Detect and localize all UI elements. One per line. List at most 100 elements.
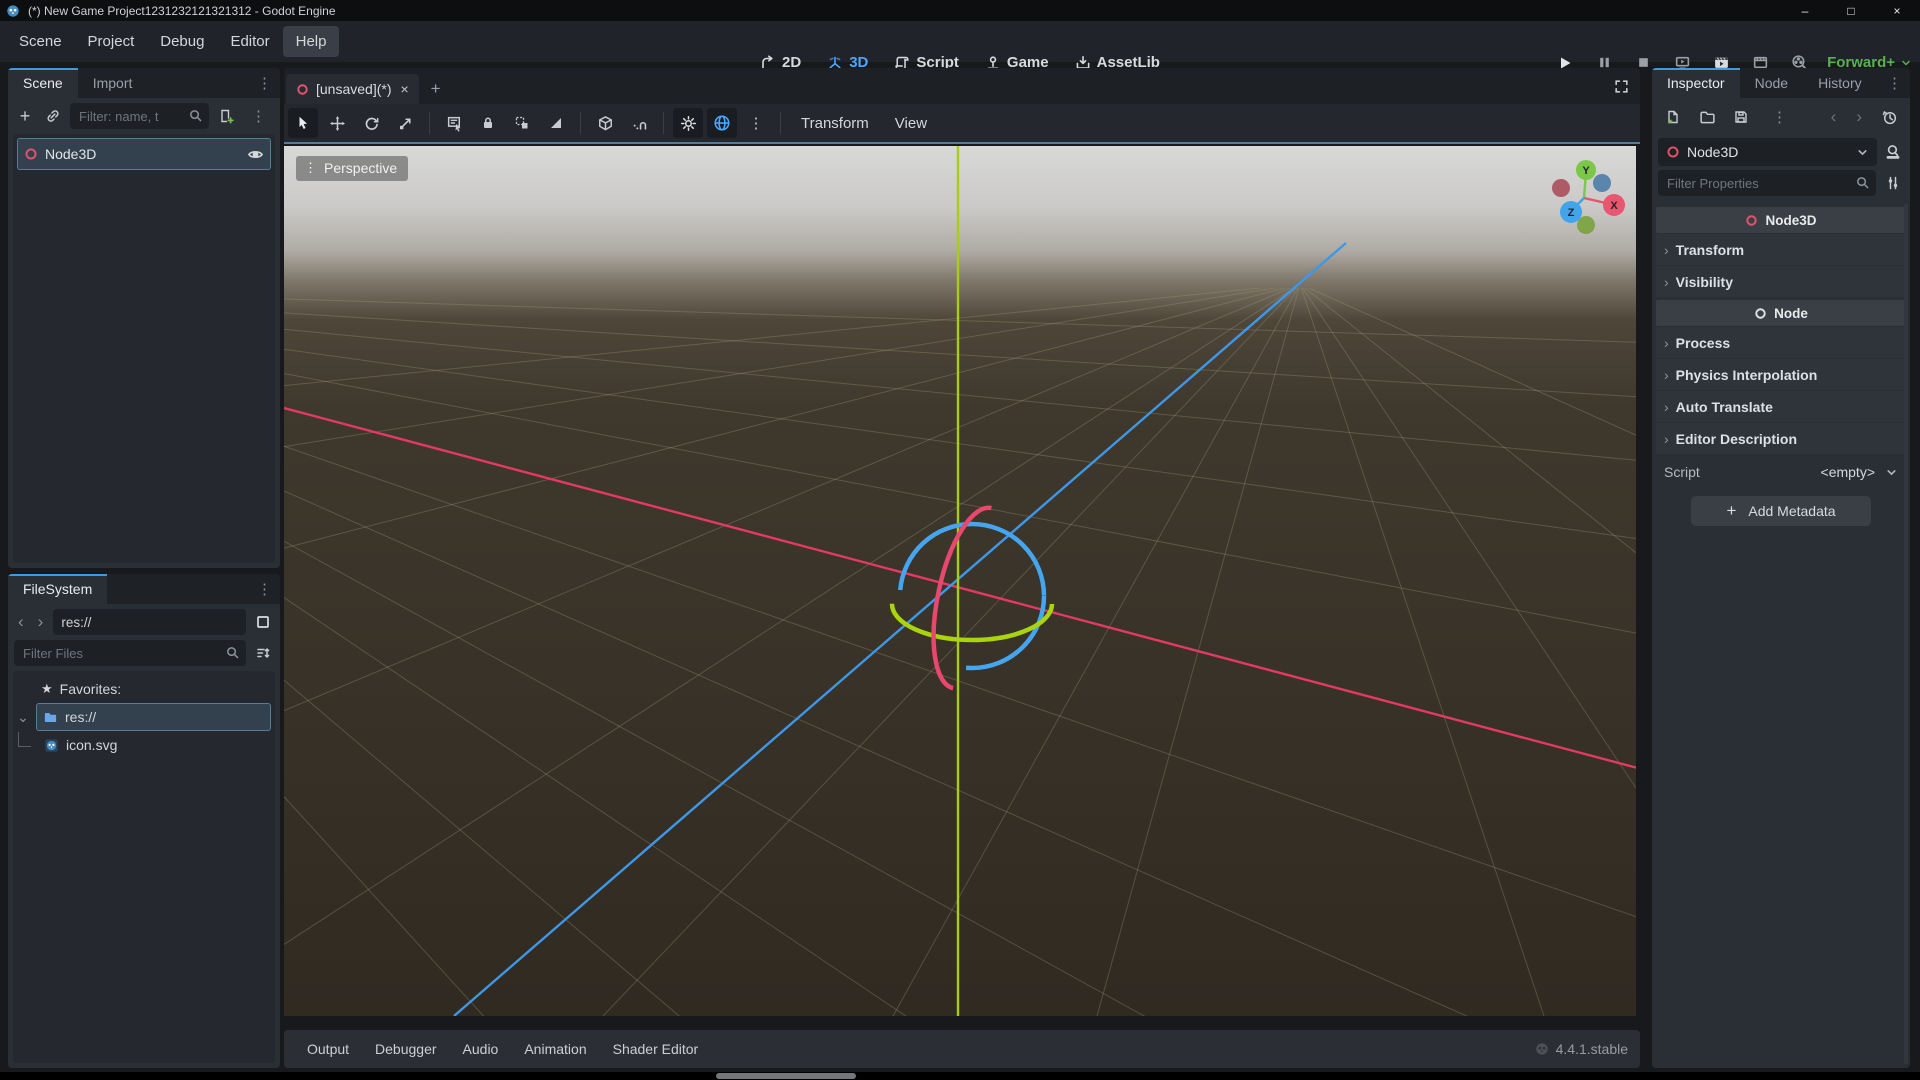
tab-node[interactable]: Node bbox=[1740, 68, 1803, 98]
add-node-button[interactable]: + bbox=[14, 103, 36, 129]
list-select-button[interactable] bbox=[439, 108, 469, 138]
folder-res-item[interactable]: res:// bbox=[36, 703, 271, 731]
add-metadata-button[interactable]: + Add Metadata bbox=[1691, 496, 1871, 526]
chevron-right-icon: › bbox=[1664, 242, 1669, 258]
group-editor-description[interactable]: › Editor Description bbox=[1656, 423, 1906, 454]
transform-menu[interactable]: Transform bbox=[790, 109, 880, 138]
lock-selected-button[interactable] bbox=[473, 108, 503, 138]
panel-audio[interactable]: Audio bbox=[452, 1035, 510, 1063]
maximize-button[interactable]: □ bbox=[1828, 0, 1874, 21]
preview-options-button[interactable]: ⋮ bbox=[741, 108, 771, 138]
history-forward-button[interactable]: › bbox=[1852, 107, 1866, 127]
file-icon-svg-row[interactable]: icon.svg bbox=[13, 731, 275, 759]
nav-back-button[interactable]: ‹ bbox=[14, 612, 28, 632]
group-visibility[interactable]: › Visibility bbox=[1656, 266, 1906, 297]
history-clock-icon bbox=[1881, 109, 1898, 126]
scene-dock-menu-button[interactable]: ⋮ bbox=[249, 68, 280, 98]
node-selector[interactable]: Node3D bbox=[1658, 138, 1877, 166]
star-icon: ★ bbox=[41, 681, 53, 697]
taskbar-hint bbox=[716, 1073, 856, 1079]
panel-debugger[interactable]: Debugger bbox=[364, 1035, 448, 1063]
tab-filesystem[interactable]: FileSystem bbox=[8, 574, 107, 604]
doc-search-icon bbox=[1884, 143, 1902, 161]
perspective-button[interactable]: ⋮ Perspective bbox=[296, 156, 408, 181]
inspector-dock: Inspector Node History ⋮ ⋮ ‹ › bbox=[1652, 68, 1910, 1068]
menu-project[interactable]: Project bbox=[75, 26, 148, 57]
tree-node-node3d[interactable]: Node3D bbox=[17, 138, 271, 170]
select-mode-button[interactable] bbox=[288, 108, 318, 138]
inspector-scrollbar[interactable] bbox=[1904, 204, 1908, 1064]
close-button[interactable]: × bbox=[1874, 0, 1920, 21]
local-space-button[interactable] bbox=[624, 108, 654, 138]
toolbar-separator bbox=[663, 112, 664, 134]
nav-forward-button[interactable]: › bbox=[34, 612, 48, 632]
panel-output[interactable]: Output bbox=[296, 1035, 360, 1063]
instance-scene-button[interactable] bbox=[42, 103, 64, 129]
favorites-row[interactable]: ★ Favorites: bbox=[13, 675, 275, 703]
save-resource-button[interactable] bbox=[1730, 104, 1752, 130]
inspector-toolbar: ⋮ ‹ › bbox=[1652, 98, 1910, 136]
group-selected-button[interactable] bbox=[507, 108, 537, 138]
axis-ball-neg-x bbox=[1552, 179, 1570, 197]
script-property-row[interactable]: Script <empty> bbox=[1656, 454, 1906, 490]
menubar: Scene Project Debug Editor Help 2D 3D Sc… bbox=[0, 21, 1920, 62]
minimize-button[interactable]: – bbox=[1782, 0, 1828, 21]
preview-sun-button[interactable] bbox=[673, 108, 703, 138]
new-resource-button[interactable] bbox=[1662, 104, 1684, 130]
tab-import[interactable]: Import bbox=[78, 68, 148, 98]
inspector-filter bbox=[1658, 170, 1876, 196]
add-scene-tab-button[interactable]: + bbox=[419, 74, 453, 104]
panel-animation[interactable]: Animation bbox=[513, 1035, 597, 1063]
chevron-down-icon bbox=[1900, 57, 1912, 69]
path-field-wrap bbox=[53, 609, 246, 635]
inspector-filter-input[interactable] bbox=[1658, 170, 1876, 196]
viewport-3d[interactable]: Y X Z ⋮ Perspective bbox=[284, 146, 1636, 1016]
load-resource-button[interactable] bbox=[1696, 104, 1718, 130]
visibility-toggle-button[interactable] bbox=[247, 146, 264, 163]
menu-editor[interactable]: Editor bbox=[217, 26, 282, 57]
group-process[interactable]: › Process bbox=[1656, 327, 1906, 358]
open-docs-button[interactable] bbox=[1882, 139, 1904, 165]
close-scene-tab-button[interactable]: × bbox=[398, 81, 408, 97]
scene-tree-menu-button[interactable]: ⋮ bbox=[243, 107, 274, 125]
filesystem-dock-menu-button[interactable]: ⋮ bbox=[249, 574, 280, 604]
toggle-split-mode-button[interactable] bbox=[252, 609, 274, 635]
snap-toggle-button[interactable] bbox=[590, 108, 620, 138]
group-auto-translate[interactable]: › Auto Translate bbox=[1656, 391, 1906, 422]
tab-scene[interactable]: Scene bbox=[8, 68, 78, 98]
attach-script-button[interactable] bbox=[215, 103, 237, 129]
chevron-down-icon bbox=[1885, 466, 1898, 479]
folder-icon bbox=[43, 710, 58, 725]
rotate-icon bbox=[363, 115, 380, 132]
history-back-button[interactable]: ‹ bbox=[1827, 107, 1841, 127]
scene-dock: Scene Import ⋮ + ⋮ Node3D bbox=[8, 68, 280, 568]
menu-scene[interactable]: Scene bbox=[6, 26, 75, 57]
menu-help[interactable]: Help bbox=[283, 26, 340, 57]
property-tools-button[interactable] bbox=[1882, 170, 1904, 196]
ruler-mode-button[interactable] bbox=[541, 108, 571, 138]
preview-environment-button[interactable] bbox=[707, 108, 737, 138]
tab-history[interactable]: History bbox=[1803, 68, 1877, 98]
object-history-button[interactable] bbox=[1878, 104, 1900, 130]
rotate-mode-button[interactable] bbox=[356, 108, 386, 138]
resource-path-field[interactable] bbox=[53, 609, 246, 635]
distraction-free-button[interactable] bbox=[1603, 78, 1640, 95]
group-transform[interactable]: › Transform bbox=[1656, 234, 1906, 265]
file-sort-button[interactable] bbox=[252, 640, 274, 666]
group-physics-interpolation[interactable]: › Physics Interpolation bbox=[1656, 359, 1906, 390]
script-add-icon bbox=[218, 108, 234, 124]
tab-inspector[interactable]: Inspector bbox=[1652, 68, 1740, 98]
inspector-dock-menu-button[interactable]: ⋮ bbox=[1879, 68, 1910, 98]
menu-debug[interactable]: Debug bbox=[147, 26, 217, 57]
tree-expand-arrow[interactable]: ⌄ bbox=[17, 709, 29, 726]
panel-shader-editor[interactable]: Shader Editor bbox=[602, 1035, 710, 1063]
scene-tab-unsaved[interactable]: [unsaved](*) × bbox=[286, 74, 419, 104]
move-mode-button[interactable] bbox=[322, 108, 352, 138]
toolbar-separator bbox=[580, 112, 581, 134]
view-menu[interactable]: View bbox=[884, 109, 938, 138]
filesystem-filter-input[interactable] bbox=[14, 640, 246, 666]
resource-options-button[interactable]: ⋮ bbox=[1764, 108, 1795, 126]
toolbar-separator bbox=[429, 112, 430, 134]
filesystem-tree: ★ Favorites: ⌄ res:// icon.svg bbox=[13, 671, 275, 1063]
scale-mode-button[interactable] bbox=[390, 108, 420, 138]
